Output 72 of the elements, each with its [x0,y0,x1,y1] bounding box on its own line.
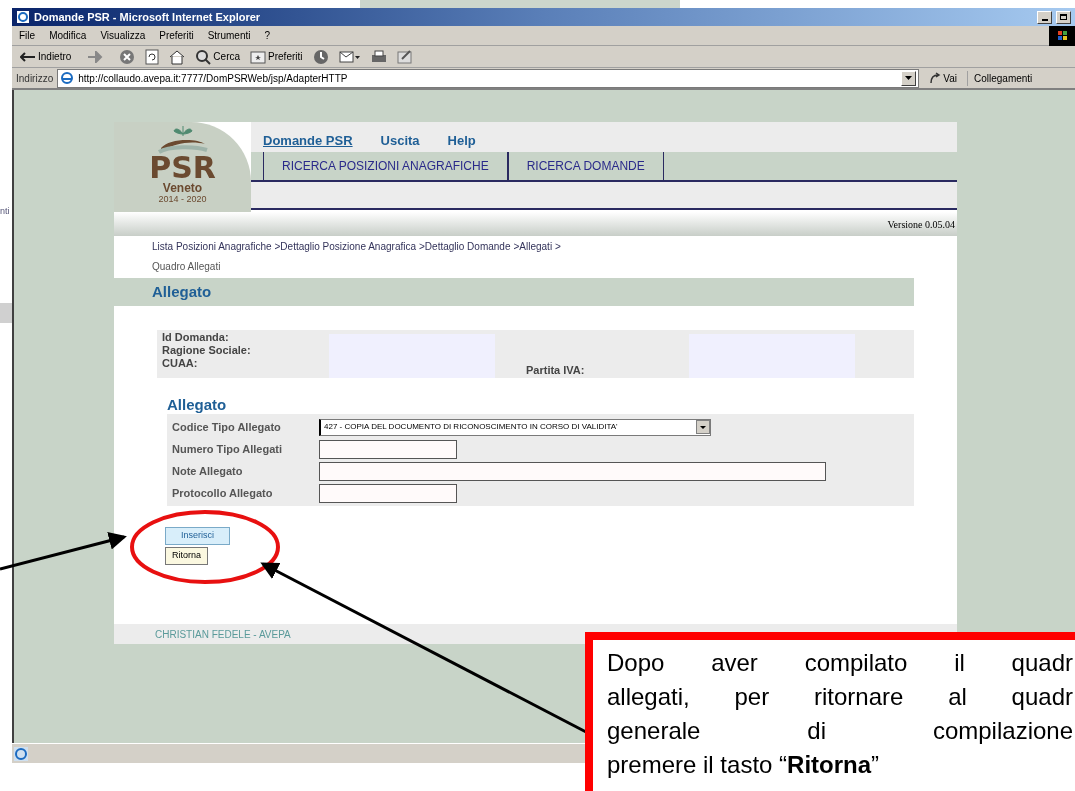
toolbar-button[interactable]: Preferiti [248,49,305,64]
browser-icon [60,71,75,85]
address-field[interactable]: http://collaudo.avepa.it:7777/DomPSRWeb/jsp/AdapterHTTP [57,68,920,88]
nav-link[interactable]: Help [447,130,476,150]
input-field[interactable] [319,439,457,459]
toolbar-button[interactable] [143,48,162,65]
windows-logo-icon [1049,25,1075,46]
window-title: Domande PSR - Microsoft Internet Explorer [34,9,261,25]
caret-icon [905,76,913,80]
nav-link[interactable]: Domande PSR [263,130,353,150]
breadcrumb-link[interactable]: Lista Posizioni Anagrafiche [152,239,272,254]
nav-tab[interactable]: RICERCA POSIZIONI ANAGRAFICHE [263,152,508,180]
input-field[interactable] [319,483,457,503]
callout-text: Dopo aver compilato il quadr [607,648,1073,678]
caret-icon [696,420,710,434]
field-label: Protocollo Allegato [171,485,274,501]
field-label: Partita IVA: [526,363,585,378]
insert-button[interactable]: Inserisci [165,527,230,545]
toolbar-button[interactable] [394,49,415,64]
callout-text: generale di compilazione [607,716,1073,746]
field-label: Ragione Sociale: [162,344,251,357]
clock-icon [312,48,329,65]
background-text: nti [0,205,10,218]
type-dropdown[interactable]: 427 - COPIA DEL DOCUMENTO DI RICONOSCIMENTO IN CORSO DI VALIDITA' [319,418,711,436]
form-title: Allegato [167,396,228,414]
toolbar-button[interactable] [336,48,363,65]
dropdown-button[interactable] [901,70,917,86]
menu-item[interactable]: File [12,28,43,43]
toolbar-button[interactable]: Indietro [18,49,74,64]
callout-text: premere il tasto “Ritorna” [607,750,881,780]
browser-icon [13,745,29,762]
mail-icon [338,48,361,65]
browser-icon [16,10,30,24]
menu-item[interactable]: Modifica [42,28,94,43]
back-arrow-icon [20,50,36,63]
section-title: Allegato [152,281,212,302]
minimize-button[interactable] [1037,10,1052,24]
field-label: CUAA: [162,357,199,370]
menu-item[interactable]: Visualizza [93,28,153,43]
input-field[interactable] [319,461,826,481]
nav-link[interactable]: Uscita [380,130,420,150]
curved-arrow-icon [929,72,942,84]
home-icon [169,48,186,65]
field-label: Numero Tipo Allegati [171,441,283,457]
menu-item[interactable]: Strumenti [200,28,258,43]
edit-icon [396,49,413,64]
nav-tab[interactable]: RICERCA DOMANDE [507,152,664,180]
search-icon [195,48,212,65]
footer-text: CHRISTIAN FEDELE - AVEPA [155,627,291,642]
breadcrumb-link[interactable]: >Dettaglio Domande [419,239,511,254]
version-label: Versione 0.05.04 [887,218,955,232]
breadcrumb-link[interactable]: >Allegati [513,239,553,254]
address-label: Indirizzo [16,71,54,86]
callout-text: allegati, per ritornare al quadr [607,682,1073,712]
menu-item[interactable]: ? [257,28,278,43]
breadcrumb-current: Quadro Allegati [152,260,222,274]
breadcrumb-link[interactable]: > [555,239,561,254]
field-label: Note Allegato [171,463,244,479]
links-button[interactable]: Collegamenti [966,70,1033,86]
toolbar-button[interactable]: Cerca [193,48,243,65]
restore-button[interactable] [1056,10,1071,24]
field-label: Codice Tipo Allegato [171,419,282,435]
menu-item[interactable]: Preferiti [152,28,201,43]
go-button[interactable]: Vai [923,70,963,86]
field-label: Id Domanda: [162,331,230,344]
breadcrumb-link[interactable]: >Dettaglio Posizione Anagrafica [274,239,416,254]
printer-icon [370,48,387,65]
refresh-icon [145,48,160,65]
psr-logo: PSR Veneto 2014 - 2020 [114,122,251,212]
return-button[interactable]: Ritorna [165,547,208,565]
stop-icon [119,48,136,65]
forward-arrow-icon [87,50,104,63]
